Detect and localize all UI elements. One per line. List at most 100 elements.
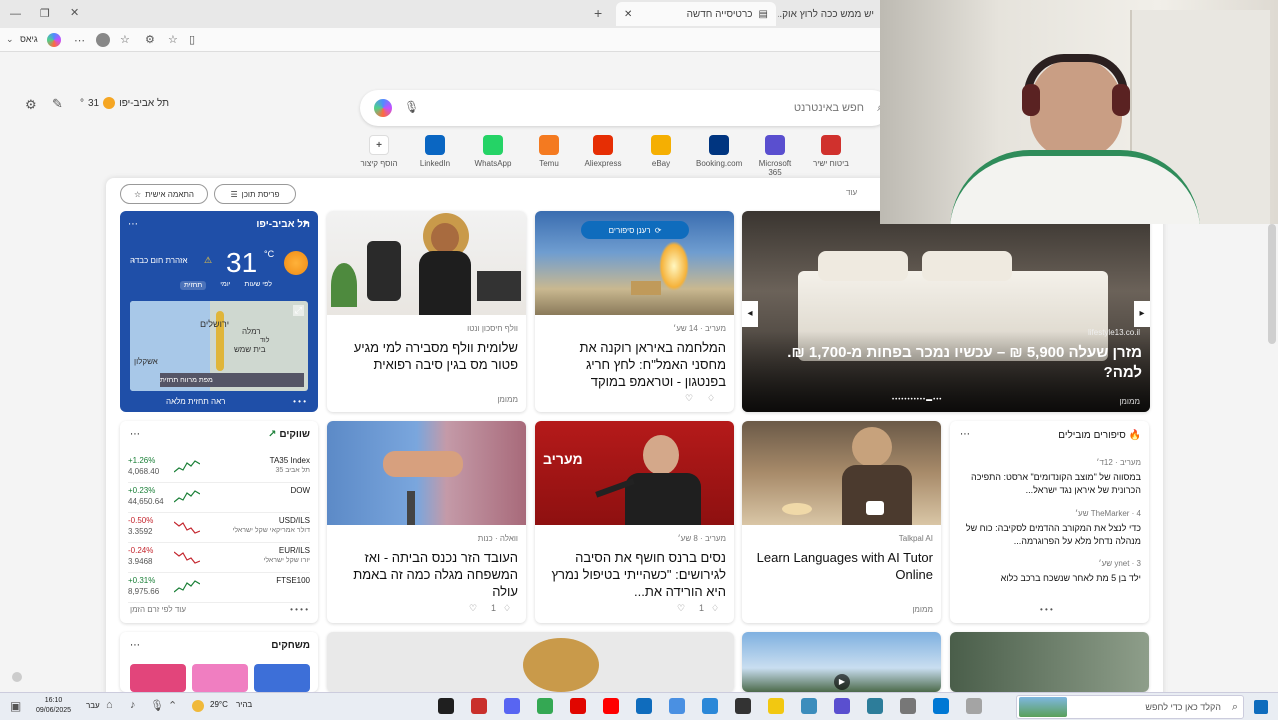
taskbar-weather[interactable]: בהיר bbox=[236, 700, 252, 709]
app-icon[interactable] bbox=[669, 698, 685, 714]
extensions-icon[interactable]: ⚙ bbox=[145, 33, 155, 46]
settings-icon[interactable]: ⚙ bbox=[25, 97, 37, 113]
close-window-icon[interactable]: ✕ bbox=[70, 6, 79, 19]
store-icon[interactable] bbox=[933, 698, 949, 714]
like-icon[interactable]: ♡ bbox=[685, 393, 693, 404]
top-weather[interactable]: תל אביב-יפו 31 ° bbox=[80, 97, 169, 109]
stock-row[interactable]: +1.26% 4,068.40 TA35 Index תל אביב 35 bbox=[128, 453, 310, 483]
copilot-icon[interactable] bbox=[374, 99, 392, 117]
task-view-icon[interactable] bbox=[966, 698, 982, 714]
game-thumbnail[interactable] bbox=[192, 664, 248, 692]
map-link[interactable]: מפת מרווח תחזית bbox=[160, 373, 304, 387]
minimize-icon[interactable]: — bbox=[10, 8, 21, 20]
personalize-button[interactable]: ☆ התאמה אישית bbox=[120, 184, 208, 204]
new-tab-icon[interactable]: + bbox=[594, 5, 602, 21]
card-title[interactable]: שלומית וולף מסבירה למי מגיע פטור מס בגין… bbox=[335, 339, 518, 373]
copilot-icon[interactable] bbox=[834, 698, 850, 714]
news-card[interactable]: מעריב מעריב · 8 שע׳ נסים ברנס חושף את הס… bbox=[535, 421, 734, 623]
taskbar-search[interactable]: הקלד כאן כדי לחפש ⌕ bbox=[1016, 695, 1244, 719]
tab-daily[interactable]: יומי bbox=[220, 281, 230, 290]
stock-row[interactable]: -0.24% 3.9468 EUR/ILS יורו שקל ישראלי bbox=[128, 543, 310, 573]
app-icon[interactable] bbox=[867, 698, 883, 714]
heat-alert[interactable]: אזהרת חום כבדה bbox=[130, 256, 188, 265]
card-title[interactable]: המלחמה באיראן רוקנה את מחסני האמל"ח: לחץ… bbox=[543, 339, 726, 390]
like-icon[interactable]: ♡ bbox=[469, 603, 477, 614]
tab-new-tab[interactable]: ▤ כרטיסייה חדשה ✕ bbox=[616, 2, 776, 26]
search-input[interactable] bbox=[464, 98, 864, 118]
mail-icon[interactable] bbox=[702, 698, 718, 714]
taskbar-temp[interactable]: 29°C bbox=[210, 700, 228, 709]
app-icon[interactable] bbox=[471, 698, 487, 714]
carousel-dots[interactable]: •••••••••••▬••• bbox=[892, 397, 942, 403]
refresh-stories-button[interactable]: ⟳ רענן סיפורים bbox=[581, 221, 689, 239]
close-tab-icon[interactable]: ✕ bbox=[624, 9, 632, 20]
restore-icon[interactable]: ❐ bbox=[40, 7, 50, 20]
top-stories-card[interactable]: ⋯ 🔥 סיפורים מובילים מעריב · 12ד׳ במסווה … bbox=[950, 421, 1149, 623]
language-indicator[interactable]: עבר bbox=[86, 701, 100, 710]
carousel-prev-button[interactable]: ◂ bbox=[742, 301, 758, 327]
dislike-icon[interactable]: ♢ bbox=[711, 603, 719, 614]
copilot-icon[interactable] bbox=[47, 33, 61, 47]
quick-link[interactable]: Aliexpress bbox=[580, 135, 626, 168]
terminal-icon[interactable] bbox=[438, 698, 454, 714]
tab-video[interactable]: יש ממש ככה לרוץ אוק... ✕ bbox=[778, 2, 882, 26]
edge-icon[interactable] bbox=[636, 698, 652, 714]
discord-icon[interactable] bbox=[504, 698, 520, 714]
scrollbar[interactable] bbox=[1268, 224, 1276, 344]
volume-icon[interactable]: ♪ bbox=[130, 699, 136, 711]
split-screen-icon[interactable]: ▯ bbox=[189, 33, 195, 46]
markets-footer[interactable]: עוד לפי זרם הזמן bbox=[130, 605, 186, 614]
more-icon[interactable]: ⋯ bbox=[128, 219, 138, 230]
clock[interactable]: 16:10 09/06/2025 bbox=[36, 696, 71, 716]
opera-icon[interactable] bbox=[570, 698, 586, 714]
tab-forecast[interactable]: תחזית bbox=[180, 281, 207, 290]
news-card[interactable]: ⟳ רענן סיפורים מעריב · 14 שע׳ המלחמה באי… bbox=[535, 211, 734, 412]
favorites-icon[interactable]: ☆ bbox=[120, 33, 130, 46]
games-card[interactable]: ⋯ משחקים bbox=[120, 632, 318, 692]
quick-link[interactable]: WhatsApp bbox=[470, 135, 516, 168]
more-link[interactable]: עוד bbox=[846, 188, 857, 197]
quick-link[interactable]: Microsoft 365 bbox=[752, 135, 798, 177]
story-text[interactable]: ילד בן 5 מת לאחר שנשכח ברכב כלוא bbox=[958, 572, 1141, 585]
photos-icon[interactable] bbox=[801, 698, 817, 714]
markets-card[interactable]: ⋯ שווקים ↗ עוד לפי זרם הזמן • • • • +1.2… bbox=[120, 421, 318, 623]
quick-link[interactable]: Booking.com bbox=[696, 135, 742, 168]
card-title[interactable]: Learn Languages with AI Tutor Online bbox=[750, 549, 933, 583]
carousel-next-button[interactable]: ▸ bbox=[1134, 301, 1150, 327]
dislike-icon[interactable]: ♢ bbox=[707, 393, 715, 404]
quick-link[interactable]: eBay bbox=[638, 135, 684, 168]
stock-row[interactable]: +0.31% 8,975.66 FTSE100 bbox=[128, 573, 310, 603]
play-icon[interactable]: ▶ bbox=[834, 674, 850, 690]
news-card[interactable]: וואלה · כנות העובד הזר נכנס הביתה - ואז … bbox=[327, 421, 526, 623]
quick-link[interactable]: ביטוח ישיר bbox=[808, 135, 854, 168]
card-title[interactable]: מזרן שעלה 5,900 ₪ – עכשיו נמכר בפחות מ-1… bbox=[750, 343, 1142, 383]
quick-link[interactable]: LinkedIn bbox=[412, 135, 458, 168]
chevron-up-icon[interactable]: ⌃ bbox=[168, 699, 177, 712]
layout-button[interactable]: ☰ פריסת תוכן bbox=[214, 184, 296, 204]
news-card[interactable] bbox=[327, 632, 734, 692]
youtube-icon[interactable] bbox=[603, 698, 619, 714]
mic-icon[interactable]: 🎙 bbox=[150, 699, 164, 712]
tab-hourly[interactable]: לפי שעות bbox=[245, 281, 272, 290]
hero-card[interactable]: ◂ ▸ lifestyle13.co.il מזרן שעלה 5,900 ₪ … bbox=[742, 211, 1150, 412]
news-card[interactable]: וולף חיסכון ונטו שלומית וולף מסבירה למי … bbox=[327, 211, 526, 412]
card-title[interactable]: העובד הזר נכנס הביתה - ואז המשפחה מגלה כ… bbox=[335, 549, 518, 600]
weather-card[interactable]: ⋯ תל אביב-יפו ➤ 31 °C אזהרת חום כבדה ⚠ ‹… bbox=[120, 211, 318, 412]
search-box[interactable]: 🎙 ⌕ bbox=[360, 90, 890, 126]
start-icon[interactable] bbox=[1254, 700, 1268, 714]
news-card[interactable]: Talkpal AI Learn Languages with AI Tutor… bbox=[742, 421, 941, 623]
app-icon[interactable] bbox=[735, 698, 751, 714]
more-icon[interactable]: ⋯ bbox=[130, 429, 140, 440]
feedback-icon[interactable] bbox=[12, 672, 22, 682]
card-title[interactable]: נסים ברנס חושף את הסיבה לגירושים: "כשהיי… bbox=[543, 549, 726, 600]
tools-icon[interactable] bbox=[900, 698, 916, 714]
network-icon[interactable]: ⌂ bbox=[106, 699, 113, 711]
star-icon[interactable]: ☆ bbox=[168, 33, 178, 46]
more-icon[interactable]: ⋯ bbox=[960, 429, 970, 440]
more-icon[interactable]: ⋯ bbox=[74, 34, 85, 47]
quick-link[interactable]: Temu bbox=[526, 135, 572, 168]
quick-link[interactable]: + הוסף קיצור bbox=[356, 135, 402, 168]
game-thumbnail[interactable] bbox=[254, 664, 310, 692]
news-card[interactable] bbox=[950, 632, 1149, 692]
edit-icon[interactable]: ✎ bbox=[52, 96, 63, 112]
